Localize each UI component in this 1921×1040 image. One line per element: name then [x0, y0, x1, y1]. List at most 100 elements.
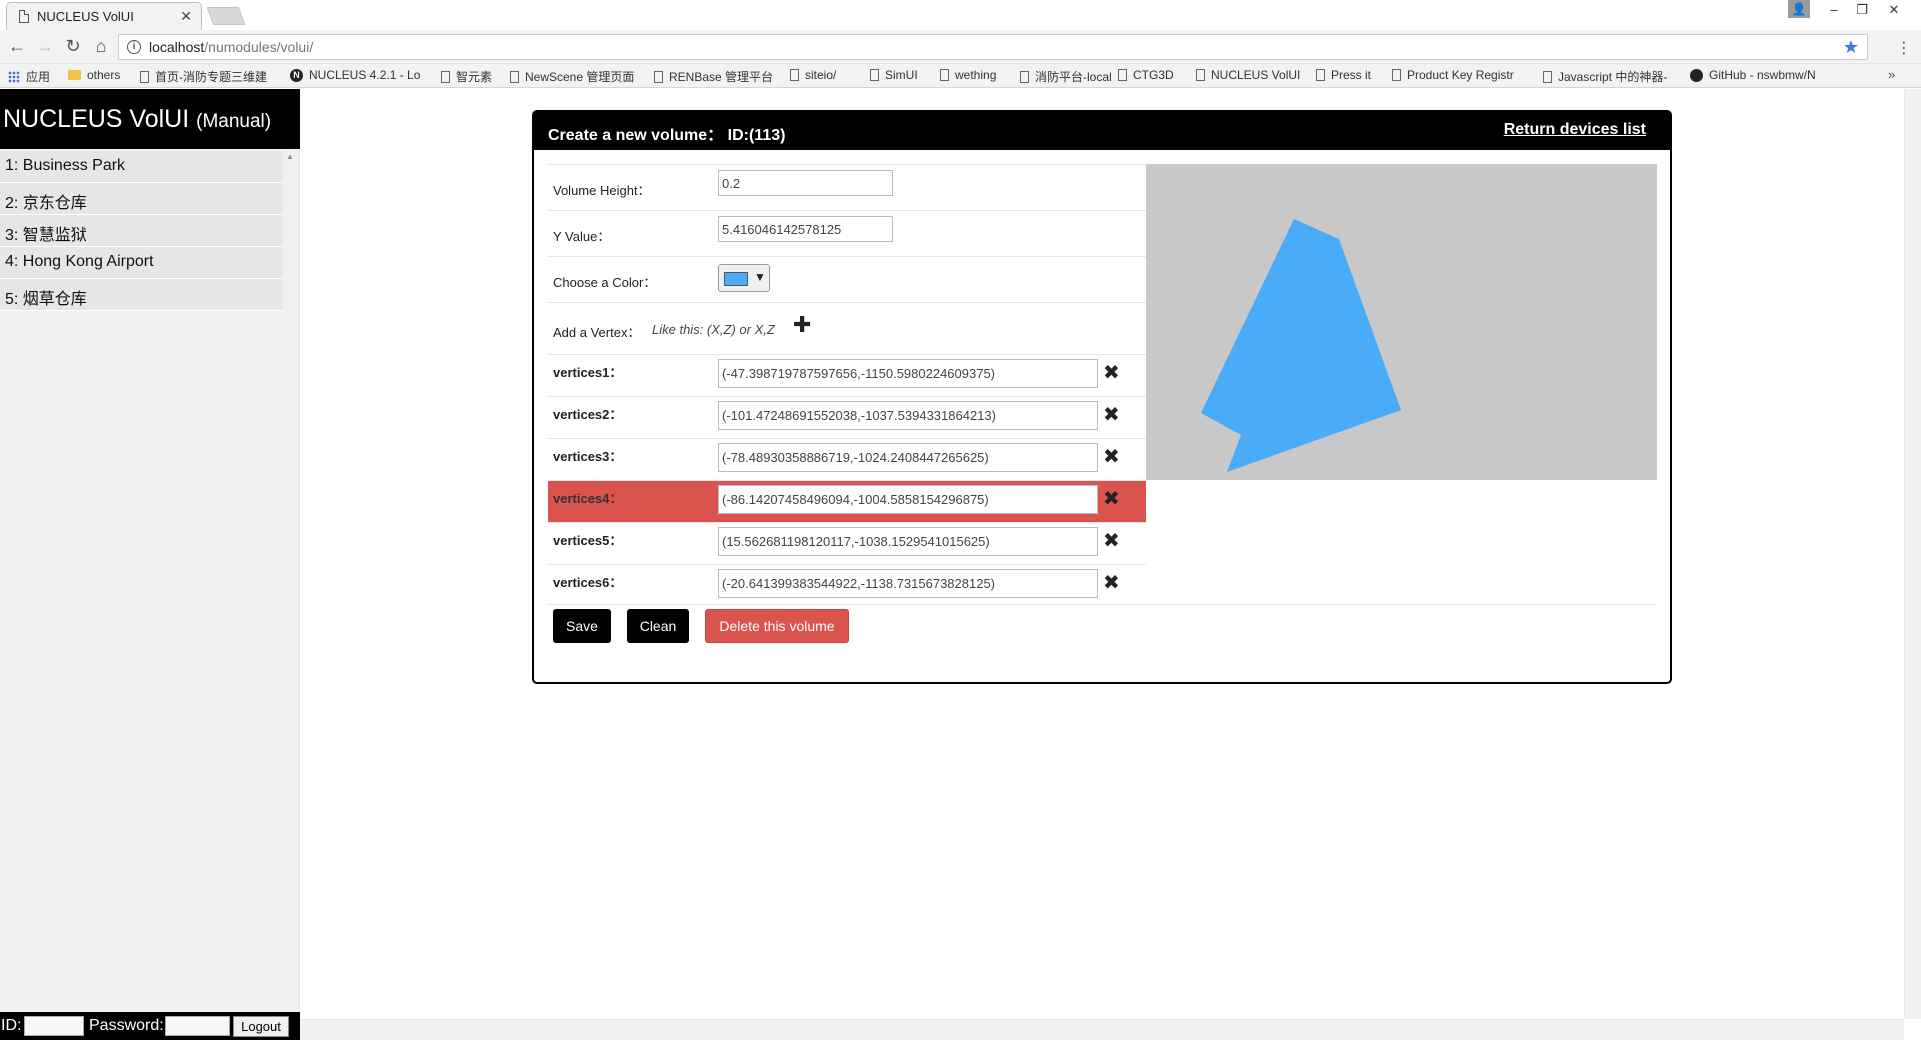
return-devices-link[interactable]: Return devices list [1504, 121, 1646, 139]
color-picker[interactable]: ▼ [718, 264, 770, 292]
bookmark-item[interactable]: Press it [1316, 68, 1371, 82]
device-item[interactable]: 3: 智慧监狱 [0, 215, 283, 247]
bookmark-label: 首页-消防专题三维建 [155, 70, 267, 84]
scroll-up-icon[interactable]: ▲ [286, 152, 294, 161]
bookmark-item[interactable]: NewScene 管理页面 [510, 68, 634, 85]
bookmark-item[interactable]: others [68, 68, 120, 82]
delete-volume-button[interactable]: Delete this volume [705, 609, 849, 643]
forward-icon[interactable]: → [34, 36, 56, 57]
page-icon [870, 69, 879, 81]
back-icon[interactable]: ← [6, 36, 28, 57]
bookmark-star-icon[interactable]: ★ [1843, 37, 1859, 58]
bookmark-item[interactable]: 应用 [8, 68, 50, 85]
vertical-scrollbar[interactable] [1904, 89, 1921, 1019]
device-item[interactable]: 4: Hong Kong Airport [0, 247, 283, 279]
bookmark-item[interactable]: NUCLEUS VolUI [1196, 68, 1300, 82]
vertex-input[interactable] [718, 527, 1098, 556]
device-item[interactable]: 2: 京东仓库 [0, 183, 283, 215]
bookmark-item[interactable]: Javascript 中的神器- [1543, 68, 1667, 85]
delete-vertex-icon[interactable]: ✖ [1103, 570, 1120, 595]
bookmark-item[interactable]: siteio/ [790, 68, 836, 82]
volume-id: ID:(113) [727, 127, 786, 144]
add-vertex-hint: Like this: (X,Z) or X,Z [652, 322, 775, 337]
bookmark-item[interactable]: 智元素 [441, 68, 492, 85]
bookmark-label: SimUI [885, 68, 918, 82]
bookmark-label: 智元素 [456, 70, 493, 84]
page-icon [1543, 70, 1552, 83]
page-icon [1020, 70, 1029, 83]
close-tab-icon[interactable]: ✕ [180, 8, 192, 25]
minimize-icon[interactable]: – [1820, 0, 1848, 20]
home-icon[interactable]: ⌂ [90, 36, 112, 57]
vertex-list: vertices1：✖vertices2：✖vertices3：✖vertice… [548, 354, 1146, 606]
delete-vertex-icon[interactable]: ✖ [1103, 402, 1120, 427]
volume-height-input[interactable] [718, 170, 893, 196]
bookmarks-bar: 应用 others 首页-消防专题三维建 N NUCLEUS 4.2.1 - Lo 智元素… [0, 64, 1921, 88]
vertex-input[interactable] [718, 443, 1098, 472]
bookmark-label: wething [955, 68, 997, 82]
info-icon[interactable]: i [127, 40, 141, 54]
add-vertex-plus-icon[interactable]: ✚ [793, 314, 811, 336]
bookmark-label: NUCLEUS VolUI [1211, 68, 1301, 82]
bookmark-item[interactable]: SimUI [870, 68, 918, 82]
bookmark-item[interactable]: CTG3D [1118, 68, 1174, 82]
volume-panel: Create a new volume： ID:(113) Return dev… [532, 110, 1672, 684]
profile-icon[interactable]: 👤 [1788, 0, 1810, 18]
restore-icon[interactable]: ❐ [1848, 0, 1876, 20]
address-bar[interactable]: i localhost/numodules/volui/ ★ [118, 34, 1868, 60]
bookmark-item[interactable]: wething [940, 68, 996, 82]
brand-mode: (Manual) [196, 111, 272, 132]
bookmarks-overflow-icon[interactable]: » [1888, 67, 1895, 82]
vertex-row: vertices4： ✖ [548, 480, 1146, 522]
page-icon [940, 69, 949, 81]
vertex-label: vertices5： [553, 533, 623, 548]
bookmark-item[interactable]: GitHub - nswbmw/N [1690, 68, 1816, 82]
browser-tabstrip: NUCLEUS VolUI ✕ 👤 – ❐ ✕ [0, 0, 1921, 30]
reload-icon[interactable]: ↻ [62, 36, 84, 57]
vertex-input[interactable] [718, 569, 1098, 598]
bookmark-item[interactable]: 首页-消防专题三维建 [140, 68, 267, 85]
vertex-row: vertices5： ✖ [548, 522, 1146, 564]
page: NUCLEUS VolUI (Manual) 1: Business Park 2… [0, 89, 1921, 1040]
page-icon [1316, 69, 1325, 81]
password-input[interactable] [165, 1016, 230, 1036]
clean-button[interactable]: Clean [627, 609, 689, 643]
bookmark-label: NewScene 管理页面 [525, 70, 635, 84]
vertex-label: vertices4： [553, 491, 623, 506]
vertex-label: vertices6： [553, 575, 623, 590]
bookmark-item[interactable]: 消防平台-local [1020, 68, 1112, 85]
apps-grid-icon [8, 70, 20, 83]
bookmark-label: 应用 [26, 70, 51, 84]
id-input[interactable] [24, 1016, 84, 1036]
vertex-input[interactable] [718, 359, 1098, 388]
new-tab-button[interactable] [206, 7, 246, 25]
delete-vertex-icon[interactable]: ✖ [1103, 444, 1120, 469]
save-button[interactable]: Save [553, 609, 611, 643]
bookmark-item[interactable]: N NUCLEUS 4.2.1 - Lo [290, 68, 420, 82]
bookmark-item[interactable]: RENBase 管理平台 [654, 68, 773, 85]
nucleus-icon: N [290, 68, 303, 82]
browser-tab[interactable]: NUCLEUS VolUI ✕ [6, 2, 202, 30]
bookmark-label: 消防平台-local [1035, 70, 1112, 84]
vertex-input[interactable] [718, 401, 1098, 430]
id-label: ID: [1, 1017, 22, 1034]
horizontal-scrollbar[interactable] [300, 1019, 1904, 1040]
y-value-input[interactable] [718, 216, 893, 242]
bookmark-label: CTG3D [1133, 68, 1174, 82]
close-window-icon[interactable]: ✕ [1880, 0, 1908, 20]
panel-header: Create a new volume： ID:(113) Return dev… [534, 112, 1670, 150]
device-item[interactable]: 1: Business Park [0, 151, 283, 183]
browser-menu-icon[interactable]: ⋮ [1896, 38, 1912, 58]
bookmark-item[interactable]: Product Key Registr [1392, 68, 1514, 82]
panel-title-text: Create a new volume： [548, 127, 724, 144]
logout-button[interactable]: Logout [233, 1016, 289, 1037]
delete-vertex-icon[interactable]: ✖ [1103, 360, 1120, 385]
volume-height-row: Volume Height： [548, 164, 1146, 210]
vertex-input[interactable] [718, 485, 1098, 514]
preview-canvas [1201, 219, 1401, 472]
color-swatch [724, 272, 748, 286]
delete-vertex-icon[interactable]: ✖ [1103, 528, 1120, 553]
device-item[interactable]: 5: 烟草仓库 [0, 279, 283, 311]
delete-vertex-icon[interactable]: ✖ [1103, 486, 1120, 511]
page-icon [140, 70, 149, 83]
